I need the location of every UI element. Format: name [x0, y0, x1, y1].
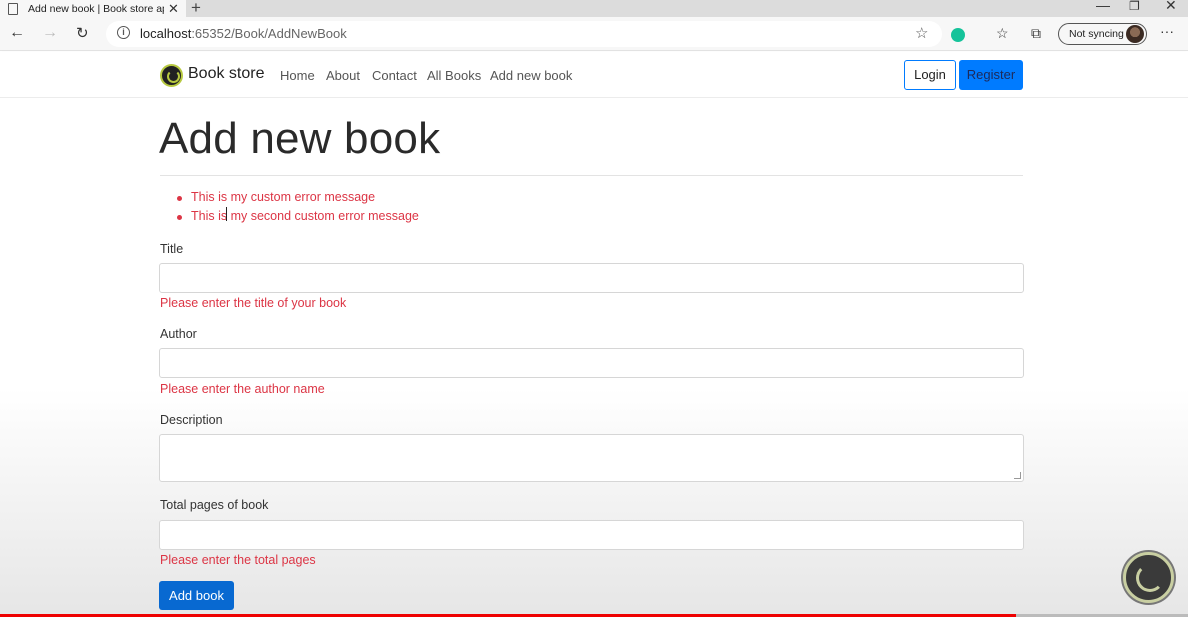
- favorites-icon[interactable]: ☆: [996, 25, 1009, 42]
- new-tab-icon[interactable]: +: [191, 0, 201, 18]
- title-label: Title: [160, 242, 184, 256]
- summary-error: This is my second custom error message: [176, 209, 419, 228]
- total-pages-error: Please enter the total pages: [160, 553, 316, 567]
- address-bar[interactable]: i localhost:65352/Book/AddNewBook ☆: [106, 21, 942, 47]
- description-label: Description: [160, 413, 223, 427]
- brand-link[interactable]: Book store: [188, 65, 264, 83]
- channel-logo-icon: [1123, 552, 1174, 603]
- window-close-icon[interactable]: ✕: [1165, 0, 1177, 14]
- register-button[interactable]: Register: [959, 60, 1023, 90]
- back-icon[interactable]: ←: [9, 24, 25, 42]
- minimize-icon[interactable]: —: [1096, 0, 1110, 13]
- logo-icon[interactable]: [160, 64, 183, 87]
- info-icon[interactable]: i: [117, 26, 130, 39]
- title-input[interactable]: [159, 263, 1024, 293]
- forward-icon: →: [42, 24, 58, 41]
- tab-title: Add new book | Book store appli: [28, 2, 164, 15]
- total-pages-input[interactable]: [159, 520, 1024, 550]
- summary-error: This is my custom error message: [176, 190, 419, 209]
- title-error: Please enter the title of your book: [160, 296, 347, 310]
- nav-contact[interactable]: Contact: [372, 68, 417, 83]
- collections-icon[interactable]: ⧉: [1031, 25, 1041, 42]
- nav-about[interactable]: About: [326, 68, 360, 83]
- browser-toolbar: ← → ↻ i localhost:65352/Book/AddNewBook …: [0, 17, 1188, 51]
- nav-home[interactable]: Home: [280, 68, 315, 83]
- site-navbar: Book store Home About Contact All Books …: [0, 52, 1188, 98]
- restore-icon[interactable]: ❐: [1129, 0, 1140, 13]
- description-textarea[interactable]: [159, 434, 1024, 482]
- total-pages-label: Total pages of book: [160, 498, 269, 512]
- avatar: [1126, 25, 1144, 43]
- author-error: Please enter the author name: [160, 382, 325, 396]
- login-button[interactable]: Login: [904, 60, 956, 90]
- more-icon[interactable]: ···: [1160, 23, 1174, 39]
- validation-summary: This is my custom error message This is …: [176, 190, 419, 227]
- author-input[interactable]: [159, 348, 1024, 378]
- author-label: Author: [160, 327, 197, 341]
- nav-all-books[interactable]: All Books: [427, 68, 481, 83]
- tab-close-icon[interactable]: ✕: [168, 1, 179, 17]
- browser-tab[interactable]: Add new book | Book store appli ✕: [0, 0, 186, 17]
- page-title: Add new book: [159, 114, 441, 163]
- star-icon[interactable]: ☆: [915, 24, 928, 42]
- divider: [160, 175, 1023, 176]
- page-icon: [8, 3, 18, 15]
- text-cursor: [226, 207, 227, 221]
- url-host: localhost: [140, 26, 192, 41]
- url-path: :65352/Book/AddNewBook: [191, 26, 347, 41]
- grammarly-icon[interactable]: [951, 28, 965, 42]
- profile-sync-button[interactable]: Not syncing: [1058, 23, 1147, 45]
- sync-label: Not syncing: [1069, 28, 1124, 40]
- refresh-icon[interactable]: ↻: [76, 24, 89, 42]
- nav-add-new-book[interactable]: Add new book: [490, 68, 572, 83]
- add-book-button[interactable]: Add book: [159, 581, 234, 610]
- browser-tab-strip: Add new book | Book store appli ✕ + — ❐ …: [0, 0, 1188, 17]
- url-text[interactable]: localhost:65352/Book/AddNewBook: [140, 26, 347, 41]
